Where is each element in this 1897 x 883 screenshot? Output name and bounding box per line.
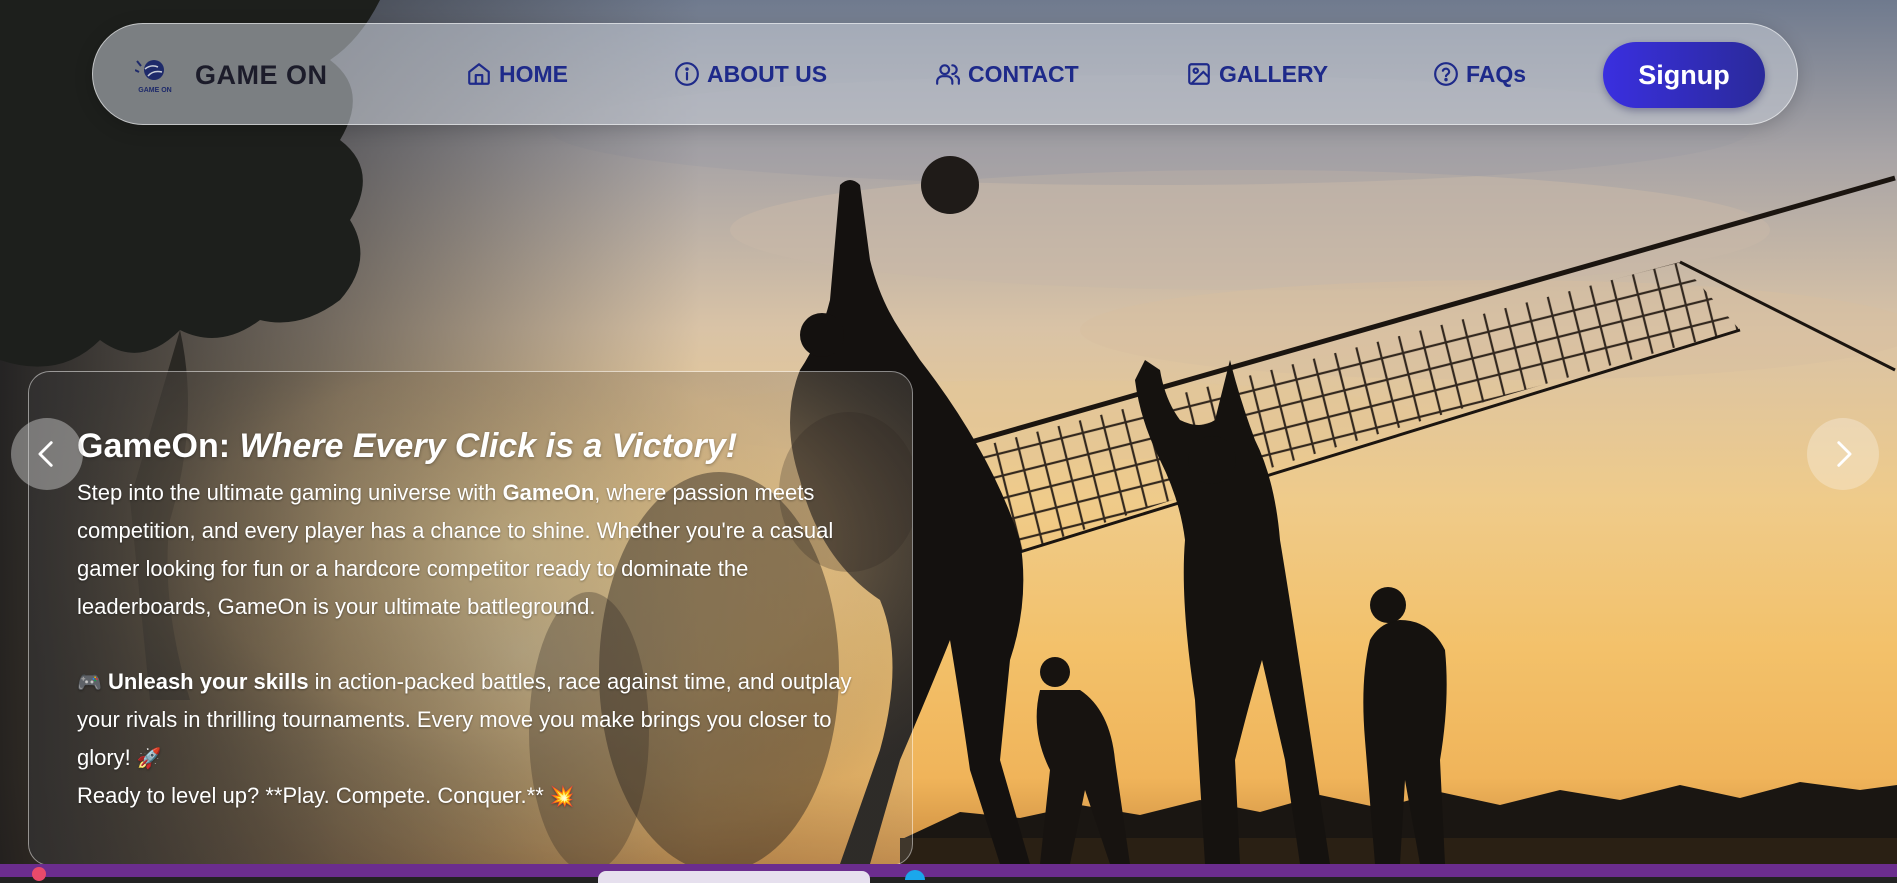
help-circle-icon [1434, 62, 1458, 86]
nav-about-link[interactable]: ABOUT US [674, 58, 827, 90]
hero-intro-brand: GameOn [502, 480, 595, 505]
chevron-right-icon [1837, 441, 1852, 467]
hero-cta-paragraph: Ready to level up? **Play. Compete. Conq… [77, 777, 887, 815]
collision-icon: 💥 [549, 784, 575, 808]
hero-title-tagline: Where Every Click is a Victory! [239, 427, 738, 465]
carousel-next-button[interactable] [1807, 418, 1879, 490]
nav-home-link[interactable]: HOME [466, 58, 568, 90]
hero-content: GameOn: Where Every Click is a Victory! … [77, 426, 897, 815]
rocket-icon: 🚀 [136, 746, 162, 770]
hero-skills-bold: Unleash your skills [108, 669, 309, 694]
brand-name: GAME ON [195, 59, 328, 90]
users-icon [936, 64, 961, 85]
svg-text:GAME ON: GAME ON [138, 87, 171, 94]
hero-card: GameOn: Where Every Click is a Victory! … [28, 371, 913, 866]
taskbar-strip [0, 864, 1897, 883]
hero-title: GameOn: Where Every Click is a Victory! [77, 426, 897, 466]
carousel-prev-button[interactable] [11, 418, 83, 490]
nav-faqs-link[interactable]: FAQs [1433, 58, 1526, 90]
nav-gallery-label: GALLERY [1219, 60, 1329, 87]
nav-home-label: HOME [499, 60, 568, 87]
signup-button[interactable]: Signup [1603, 42, 1765, 108]
nav-contact-label: CONTACT [968, 60, 1079, 87]
nav-faqs-label: FAQs [1466, 60, 1527, 87]
taskbar-app-icon[interactable] [905, 870, 925, 880]
brand[interactable]: GAME ON GAME ON [135, 52, 328, 98]
home-icon [468, 63, 490, 85]
hero-intro-paragraph: Step into the ultimate gaming universe w… [77, 474, 887, 626]
hero-cta-text: Ready to level up? **Play. Compete. Conq… [77, 783, 550, 808]
nav-gallery-link[interactable]: GALLERY [1186, 58, 1328, 90]
hero-intro-text: Step into the ultimate gaming universe w… [77, 480, 503, 505]
gamepad-icon: 🎮 [77, 670, 102, 694]
chevron-left-icon [38, 441, 53, 467]
hero-skills-paragraph: 🎮 Unleash your skills in action-packed b… [77, 663, 887, 777]
nav-contact-link[interactable]: CONTACT [935, 58, 1079, 90]
taskbar-status-icon [32, 867, 46, 881]
info-icon [675, 62, 699, 86]
top-navbar: GAME ON GAME ON HOME ABOUT US CONTACT GA… [92, 23, 1798, 125]
volleyball-logo-icon: GAME ON [135, 60, 172, 94]
hero-title-plain: GameOn: [77, 427, 240, 465]
taskbar-search[interactable] [598, 871, 870, 883]
image-icon [1188, 63, 1210, 85]
nav-about-label: ABOUT US [707, 60, 828, 87]
